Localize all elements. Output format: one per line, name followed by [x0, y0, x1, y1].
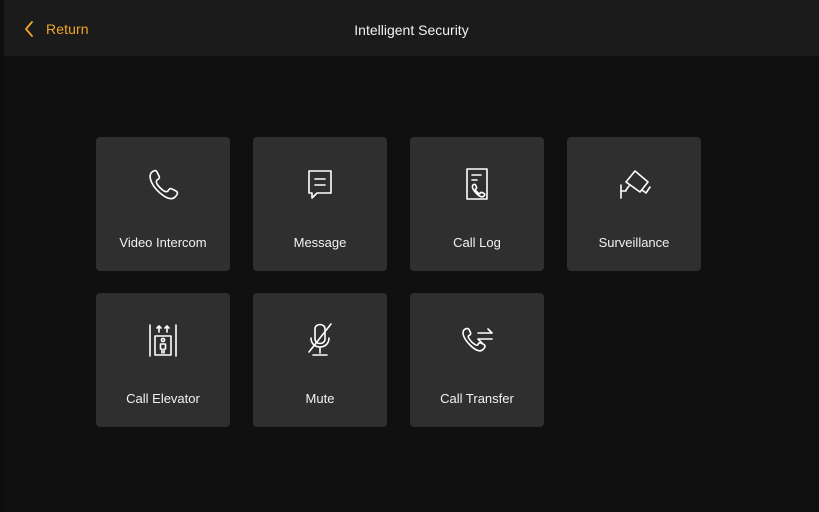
phone-handset-icon — [96, 163, 230, 205]
call-transfer-icon — [410, 319, 544, 361]
return-label: Return — [46, 21, 89, 37]
tile-label: Surveillance — [598, 235, 670, 250]
tile-label: Call Transfer — [440, 391, 514, 406]
return-button[interactable]: Return — [24, 18, 89, 40]
tile-video-intercom[interactable]: Video Intercom — [96, 137, 230, 271]
tile-label: Mute — [305, 391, 335, 406]
intelligent-security-screen: Intelligent Security Return Video Interc… — [4, 0, 819, 512]
call-log-icon — [410, 163, 544, 205]
page-title: Intelligent Security — [354, 22, 469, 38]
tile-label: Message — [293, 235, 347, 250]
tile-mute[interactable]: Mute — [253, 293, 387, 427]
surveillance-camera-icon — [567, 163, 701, 205]
tile-call-log[interactable]: Call Log — [410, 137, 544, 271]
tile-surveillance[interactable]: Surveillance — [567, 137, 701, 271]
elevator-icon — [96, 319, 230, 361]
message-bubble-icon — [253, 163, 387, 205]
chevron-left-icon — [24, 20, 38, 38]
tile-label: Video Intercom — [119, 235, 207, 250]
microphone-muted-icon — [253, 319, 387, 361]
tile-message[interactable]: Message — [253, 137, 387, 271]
tile-label: Call Elevator — [126, 391, 200, 406]
tile-label: Call Log — [453, 235, 501, 250]
tile-call-elevator[interactable]: Call Elevator — [96, 293, 230, 427]
top-bar: Intelligent Security Return — [4, 0, 819, 56]
tile-call-transfer[interactable]: Call Transfer — [410, 293, 544, 427]
